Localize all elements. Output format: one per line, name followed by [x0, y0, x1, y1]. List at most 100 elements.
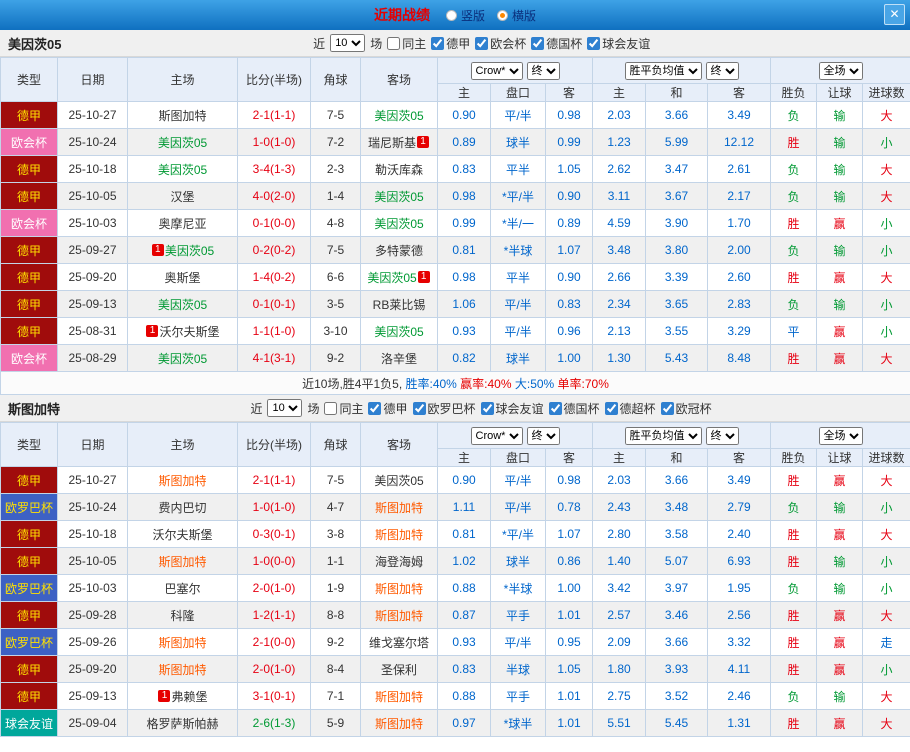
- checkbox[interactable]: [431, 36, 445, 50]
- avg-away: 2.79: [706, 493, 772, 521]
- layout-radio[interactable]: 竖版: [445, 7, 485, 24]
- team-name: 美因茨05: [8, 36, 62, 52]
- odds-time-select[interactable]: 终: [526, 426, 560, 445]
- match-date: 25-09-28: [57, 601, 128, 629]
- avg-type-select[interactable]: 胜平负均值: [624, 426, 702, 445]
- avg-draw: 5.99: [645, 128, 708, 156]
- match-row: 欧会杯 25-08-29 美因茨05 4-1(3-1) 9-2 洛辛堡 0.82 球半 1.00…: [0, 344, 910, 372]
- filter-checkbox[interactable]: 德超杯: [604, 400, 656, 417]
- home-team-name: 奥斯堡: [164, 270, 201, 285]
- match-score: 1-0(0-0): [237, 547, 311, 575]
- home-team-name: 斯图加特: [158, 473, 207, 488]
- match-scope-select[interactable]: 全场: [818, 426, 863, 445]
- home-team: 格罗萨斯帕赫: [127, 709, 238, 737]
- filter-checkbox[interactable]: 欧冠杯: [660, 400, 712, 417]
- result-handicap: 赢: [816, 317, 864, 345]
- filter-label: 欧会杯: [490, 36, 527, 51]
- league-badge: 德甲: [0, 682, 58, 710]
- match-score: 1-1(1-0): [237, 317, 311, 345]
- bookmaker-select[interactable]: Crow*: [470, 426, 523, 445]
- away-team-name: 瑞尼斯基: [367, 135, 416, 150]
- odds-handicap: *半/一: [490, 209, 546, 237]
- col-date: 日期: [57, 422, 128, 467]
- radio-icon[interactable]: [445, 9, 457, 21]
- corners: 4-7: [310, 493, 361, 521]
- checkbox[interactable]: [387, 36, 401, 50]
- odds-away: 0.90: [545, 263, 593, 291]
- match-scope-select[interactable]: 全场: [818, 61, 863, 80]
- match-score: 1-0(1-0): [237, 128, 311, 156]
- filter-checkbox[interactable]: 欧会杯: [475, 35, 526, 52]
- result-handicap: 赢: [816, 263, 864, 291]
- away-team-name: 多特蒙德: [374, 243, 423, 258]
- match-date: 25-09-26: [57, 628, 128, 656]
- filter-checkbox[interactable]: 德甲: [431, 35, 470, 52]
- avg-type-select[interactable]: 胜平负均值: [624, 61, 702, 80]
- layout-radio[interactable]: 横版: [497, 7, 536, 24]
- odds-handicap: 平/半: [490, 101, 546, 129]
- checkbox[interactable]: [324, 401, 338, 415]
- match-row: 欧罗巴杯 25-09-26 斯图加特 2-1(0-0) 9-2 维戈塞尔塔 0.93 平/半 0…: [0, 628, 910, 656]
- home-team-name: 美因茨05: [157, 297, 208, 312]
- summary-segment: 胜率:40%: [405, 376, 457, 391]
- home-team-name: 费内巴切: [158, 500, 207, 515]
- match-score: 2-1(1-1): [237, 466, 311, 494]
- odds-handicap: 球半: [490, 344, 546, 372]
- away-team-name: RB莱比锡: [372, 297, 426, 312]
- match-count-select[interactable]: 10: [330, 34, 366, 52]
- match-date: 25-09-27: [57, 236, 128, 264]
- avg-draw: 3.93: [645, 655, 708, 683]
- match-count-select[interactable]: 10: [267, 399, 303, 417]
- checkbox[interactable]: [475, 36, 489, 50]
- filter-checkbox[interactable]: 德国杯: [531, 35, 582, 52]
- result-goals: 大: [862, 344, 910, 372]
- filter-checkbox[interactable]: 同主: [387, 35, 426, 52]
- odds-away: 1.01: [545, 682, 593, 710]
- checkbox[interactable]: [480, 401, 494, 415]
- checkbox[interactable]: [412, 401, 426, 415]
- away-team-name: 美因茨05: [374, 189, 424, 204]
- result-goals: 大: [862, 101, 910, 129]
- checkbox[interactable]: [660, 401, 674, 415]
- avg-time-select[interactable]: 终: [705, 61, 739, 80]
- checkbox[interactable]: [604, 401, 618, 415]
- home-team: 巴塞尔: [127, 574, 238, 602]
- filter-checkbox[interactable]: 德国杯: [548, 400, 600, 417]
- result-handicap: 赢: [816, 466, 864, 494]
- result-goals: 大: [862, 709, 910, 737]
- away-team: 洛辛堡: [360, 344, 438, 372]
- filter-checkbox[interactable]: 同主: [324, 400, 363, 417]
- avg-away: 3.49: [706, 101, 772, 129]
- filter-checkbox[interactable]: 德甲: [368, 400, 408, 417]
- filter-checkbox[interactable]: 欧罗巴杯: [412, 400, 476, 417]
- radio-selected-icon[interactable]: [497, 9, 508, 21]
- result-wdl: 负: [770, 236, 818, 264]
- checkbox[interactable]: [531, 36, 545, 50]
- match-row: 欧罗巴杯 25-10-24 费内巴切 1-0(1-0) 4-7 斯图加特 1.11 平/半 0.…: [0, 493, 910, 521]
- odds-handicap: 球半: [490, 547, 546, 575]
- avg-draw: 3.80: [645, 236, 708, 264]
- close-button[interactable]: ✕: [884, 4, 905, 25]
- checkbox[interactable]: [548, 401, 562, 415]
- match-row: 德甲 25-09-13 1 弗赖堡 3-1(0-1) 7-1 斯图加特 0.88 平手 1.01 2…: [0, 682, 910, 710]
- avg-draw: 3.66: [645, 628, 708, 656]
- result-wdl: 负: [770, 155, 818, 183]
- checkbox[interactable]: [368, 401, 382, 415]
- checkbox[interactable]: [587, 36, 601, 50]
- result-goals: 大: [862, 263, 910, 291]
- result-wdl: 平: [770, 317, 818, 345]
- league-badge: 欧罗巴杯: [0, 493, 58, 521]
- away-team-name: 美因茨05: [374, 324, 424, 339]
- filter-checkbox[interactable]: 球会友谊: [587, 35, 650, 52]
- odds-time-select[interactable]: 终: [526, 61, 560, 80]
- avg-home: 2.75: [592, 682, 646, 710]
- filter-label: 德甲: [446, 36, 471, 51]
- filter-checkbox[interactable]: 球会友谊: [480, 400, 544, 417]
- close-icon: ✕: [889, 7, 900, 21]
- avg-home: 2.57: [592, 601, 646, 629]
- avg-time-select[interactable]: 终: [705, 426, 739, 445]
- bookmaker-select[interactable]: Crow*: [470, 61, 523, 80]
- avg-home: 2.03: [592, 466, 646, 494]
- match-date: 25-10-27: [57, 466, 128, 494]
- away-team-name: 斯图加特: [374, 689, 423, 704]
